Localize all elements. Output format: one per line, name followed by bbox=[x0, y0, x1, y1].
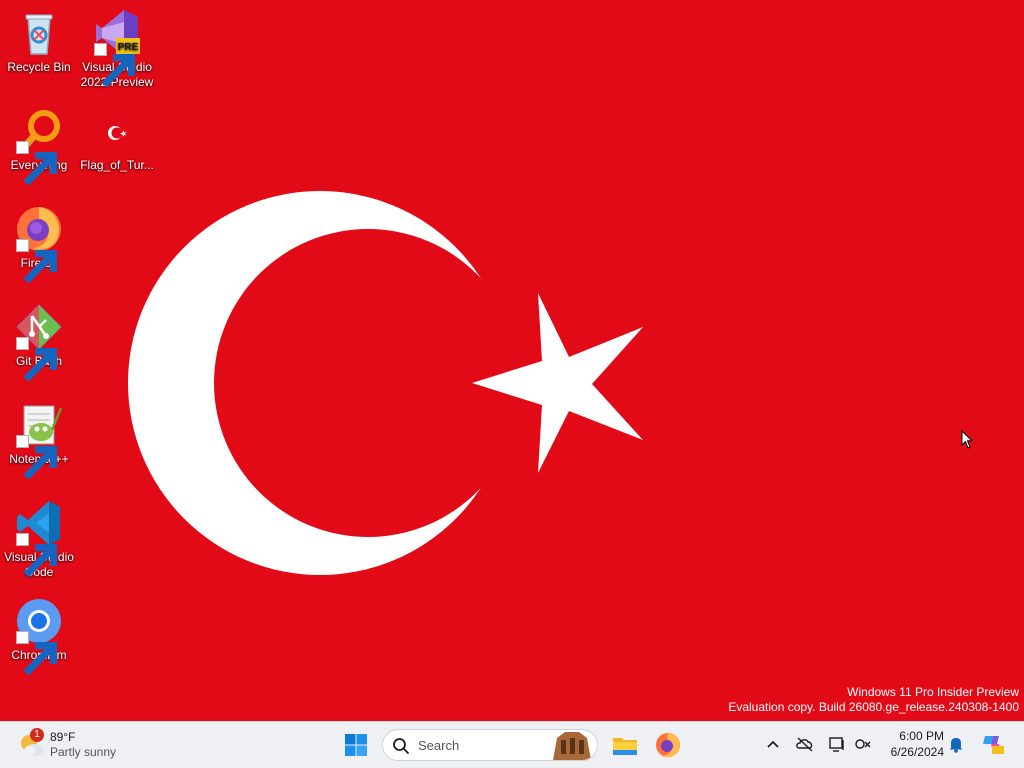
show-hidden-icons-button[interactable] bbox=[763, 734, 783, 754]
copilot-pre-icon bbox=[983, 736, 1004, 754]
file-explorer-icon bbox=[613, 738, 637, 755]
weather-alert-badge: 1 bbox=[30, 728, 44, 742]
desktop: Recycle Bin PRE Visual Studio 2022 Previ… bbox=[0, 0, 1024, 721]
everything-search-icon bbox=[14, 106, 64, 186]
onedrive-tray-button[interactable] bbox=[795, 734, 815, 754]
watermark-line-1: Windows 11 Pro Insider Preview bbox=[847, 685, 1019, 699]
display-tray-button[interactable] bbox=[827, 734, 847, 754]
taskbar-clock[interactable]: 6:00 PM 6/26/2024 bbox=[880, 728, 944, 760]
shortcut-arrow-icon bbox=[16, 239, 58, 284]
copilot-button[interactable] bbox=[980, 732, 1004, 756]
desktop-icon-label: Flag_of_Tur... bbox=[80, 158, 154, 172]
notifications-button[interactable] bbox=[946, 734, 966, 754]
shortcut-arrow-icon bbox=[16, 631, 58, 676]
shortcut-arrow-icon bbox=[94, 43, 135, 88]
taskbar: 1 89°F Partly sunny Search 6:00 PM 6/26/… bbox=[0, 721, 1024, 768]
taskbar-file-explorer[interactable] bbox=[608, 728, 642, 762]
taskbar-firefox[interactable] bbox=[651, 728, 685, 762]
search-highlight-image bbox=[553, 732, 591, 760]
windows-evaluation-watermark: Windows 11 Pro Insider Preview Evaluatio… bbox=[728, 685, 1019, 715]
notification-bell-icon bbox=[949, 738, 963, 753]
watermark-line-2: Evaluation copy. Build 26080.ge_release.… bbox=[728, 700, 1019, 714]
network-icon bbox=[855, 739, 871, 749]
git-bash-icon bbox=[14, 302, 64, 382]
mouse-cursor-icon bbox=[961, 430, 974, 449]
recycle-bin-icon bbox=[14, 8, 64, 58]
weather-widget[interactable]: 1 89°F Partly sunny bbox=[18, 728, 128, 762]
turkey-flag-file-icon bbox=[92, 106, 142, 156]
desktop-icon-notepad-plus-plus[interactable]: Notepad++ bbox=[1, 400, 77, 480]
desktop-icon-label: Recycle Bin bbox=[7, 60, 71, 74]
search-icon bbox=[393, 738, 409, 754]
weather-temperature: 89°F bbox=[50, 730, 76, 744]
desktop-icon-chromium[interactable]: Chromium bbox=[1, 596, 77, 676]
network-tray-button[interactable] bbox=[853, 734, 873, 754]
vscode-icon bbox=[14, 498, 64, 578]
shortcut-arrow-icon bbox=[16, 533, 58, 578]
weather-condition: Partly sunny bbox=[50, 745, 117, 759]
clock-date: 6/26/2024 bbox=[890, 745, 944, 759]
desktop-icon-firefox[interactable]: Firefox bbox=[1, 204, 77, 284]
visual-studio-preview-icon: PRE bbox=[92, 8, 142, 88]
shortcut-arrow-icon bbox=[16, 141, 58, 186]
search-placeholder: Search bbox=[418, 738, 460, 753]
start-button[interactable] bbox=[339, 728, 373, 762]
firefox-icon bbox=[14, 204, 64, 284]
notepad-plus-plus-icon bbox=[14, 400, 64, 480]
desktop-icon-recycle-bin[interactable]: Recycle Bin bbox=[1, 8, 77, 75]
taskbar-search-box[interactable]: Search bbox=[382, 729, 598, 761]
desktop-icon-git-bash[interactable]: Git Bash bbox=[1, 302, 77, 382]
desktop-icon-flag-file[interactable]: Flag_of_Tur... bbox=[79, 106, 155, 173]
shortcut-arrow-icon bbox=[16, 435, 58, 480]
chromium-icon bbox=[14, 596, 64, 676]
shortcut-arrow-icon bbox=[16, 337, 58, 382]
desktop-icon-vscode[interactable]: Visual Studio Code bbox=[1, 498, 77, 580]
chevron-up-icon bbox=[767, 740, 779, 748]
clock-time: 6:00 PM bbox=[899, 729, 944, 743]
desktop-icon-everything[interactable]: Everything bbox=[1, 106, 77, 186]
onedrive-offline-icon bbox=[796, 737, 813, 752]
display-icon bbox=[829, 737, 844, 752]
windows-start-icon bbox=[345, 734, 367, 756]
firefox-icon bbox=[656, 733, 680, 758]
desktop-icon-visual-studio-preview[interactable]: PRE Visual Studio 2022 Preview bbox=[79, 8, 155, 90]
